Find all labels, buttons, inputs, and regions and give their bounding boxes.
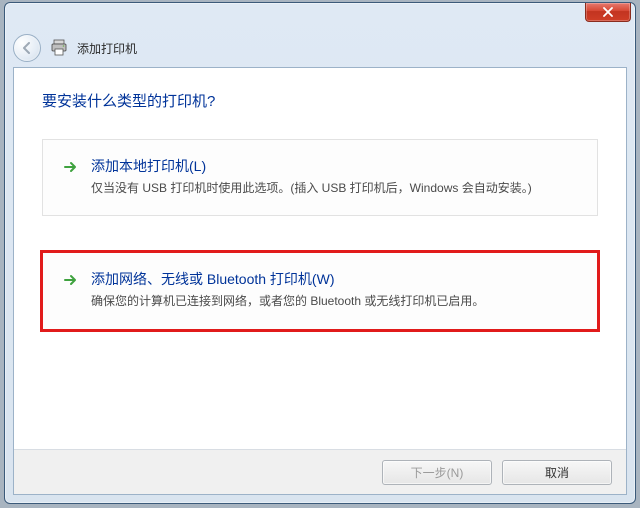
next-button[interactable]: 下一步(N) [382,460,492,485]
arrow-right-icon [61,271,79,289]
close-icon [602,7,614,17]
option-local-printer[interactable]: 添加本地打印机(L) 仅当没有 USB 打印机时使用此选项。(插入 USB 打印… [42,139,598,216]
arrow-right-icon [61,158,79,176]
titlebar [5,3,635,29]
page-heading: 要安装什么类型的打印机? [42,90,598,111]
wizard-footer: 下一步(N) 取消 [14,449,626,494]
option-network-printer[interactable]: 添加网络、无线或 Bluetooth 打印机(W) 确保您的计算机已连接到网络，… [42,252,598,329]
wizard-header: 添加打印机 [5,29,635,67]
option-title: 添加本地打印机(L) [91,156,579,176]
option-title: 添加网络、无线或 Bluetooth 打印机(W) [91,269,579,289]
back-button[interactable] [13,34,41,62]
printer-icon [49,38,69,58]
wizard-title: 添加打印机 [77,40,137,57]
cancel-button[interactable]: 取消 [502,460,612,485]
content-area: 要安装什么类型的打印机? 添加本地打印机(L) 仅当没有 USB 打印机时使用此… [13,67,627,495]
option-description: 确保您的计算机已连接到网络，或者您的 Bluetooth 或无线打印机已启用。 [91,293,579,310]
close-button[interactable] [585,3,631,22]
option-description: 仅当没有 USB 打印机时使用此选项。(插入 USB 打印机后，Windows … [91,180,579,197]
add-printer-wizard: 添加打印机 要安装什么类型的打印机? 添加本地打印机(L) 仅当没有 USB 打… [4,2,636,504]
back-arrow-icon [20,41,34,55]
